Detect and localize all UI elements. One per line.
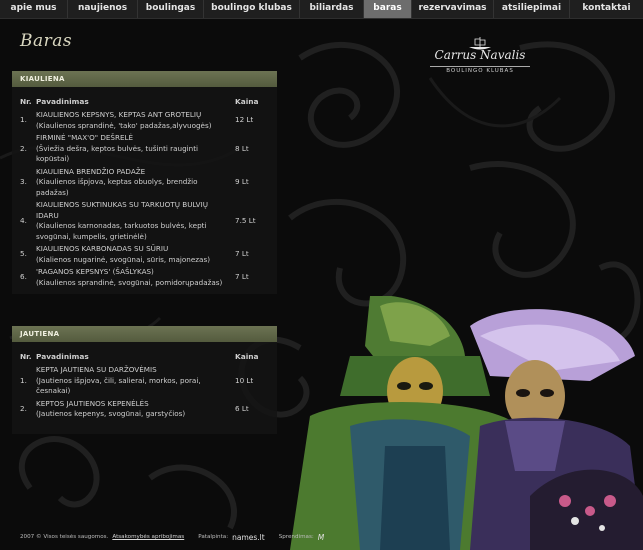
item-price: 6 Lt <box>235 403 249 413</box>
item-description: (Kiaulienos išpjova, keptas obuolys, bre… <box>36 177 198 197</box>
item-price: 9 Lt <box>235 177 249 186</box>
page-title: Baras <box>20 31 73 51</box>
item-name: KIAULIENA BRENDŽIO PADAŽE <box>36 166 146 176</box>
item-price: 7 Lt <box>235 272 249 282</box>
item-cell: KEPTOS JAUTIENOS KEPENĖLĖS (Jautienos kep… <box>36 399 231 422</box>
item-number: 6. <box>20 272 27 282</box>
table-header-row: Nr. Pavadinimas Kaina <box>20 97 269 110</box>
table-row: 1. KIAULIENOS KEPSNYS, KEPTAS ANT GROTEL… <box>20 110 269 133</box>
table-row: 5. KIAULIENOS KARBONADAS SU SŪRIU (Kialie… <box>20 244 269 267</box>
item-number: 1. <box>20 375 27 385</box>
item-name: KIAULIENOS KEPSNYS, KEPTAS ANT GROTELIŲ <box>36 110 202 119</box>
nav-item-biliardas[interactable]: biliardas <box>300 0 364 18</box>
logo[interactable]: Carrus Navalis BOULINGO KLUBAS <box>420 36 540 82</box>
item-number: 2. <box>20 403 27 413</box>
table-row: 3. KIAULIENA BRENDŽIO PADAŽE (Kiaulienos … <box>20 167 269 201</box>
nav-item-boulingo-klubas[interactable]: boulingo klubas <box>204 0 300 18</box>
logo-name: Carrus Navalis <box>434 48 526 62</box>
column-header-name: Pavadinimas <box>36 352 89 361</box>
item-price: 12 Lt <box>235 115 254 125</box>
item-description: (Šviežia dešra, keptos bulvės, tušinti r… <box>36 143 199 164</box>
nav-item-naujienos[interactable]: naujienos <box>68 0 138 18</box>
item-name: KEPTA JAUTIENA SU DARŽOVĖMIS <box>36 365 157 374</box>
hosting-label: Patalpinta: <box>198 534 229 540</box>
item-description: (Kialienos nugarinė, svogūnai, sūris, ma… <box>36 254 211 264</box>
item-description: (Kiaulienos sprandinė, svogūnai, pomidor… <box>36 277 223 287</box>
nav-item-apie-mus[interactable]: apie mus <box>0 0 68 18</box>
item-name: KEPTOS JAUTIENOS KEPENĖLĖS <box>36 398 149 408</box>
item-cell: KIAULIENOS SUKTINUKAS SU TARKUOTŲ BULVIŲ… <box>36 200 231 244</box>
table-row: 1. KEPTA JAUTIENA SU DARŽOVĖMIS (Jautieno… <box>20 365 269 399</box>
footer: 2007 © Visos teisės saugomos. Atsakomybė… <box>20 531 324 543</box>
item-description: (Jautienos išpjova, čili, salierai, mork… <box>36 375 201 396</box>
hosting-brand-link[interactable]: names.lt <box>232 533 265 542</box>
item-price: 7 Lt <box>235 249 249 259</box>
item-cell: KIAULIENOS KARBONADAS SU SŪRIU (Kialienos… <box>36 244 231 267</box>
copyright-text: 2007 © Visos teisės saugomos. <box>20 534 109 540</box>
item-description: (Kiaulienos karnonadas, tarkuotos bulvės… <box>36 221 207 241</box>
item-cell: 'RAGANOS KEPSNYS' (ŠAŠLYKAS) (Kiaulienos … <box>36 267 231 290</box>
item-cell: KIAULIENA BRENDŽIO PADAŽE (Kiaulienos išp… <box>36 167 231 201</box>
column-header-name: Pavadinimas <box>36 97 89 106</box>
item-description: (Jautienos kepenys, svogūnai, garstyčios… <box>36 409 186 418</box>
item-name: FIRMINĖ "MAX'o" DEŠRELĖ <box>36 133 134 142</box>
item-number: 5. <box>20 249 27 259</box>
item-number: 3. <box>20 177 27 186</box>
nav-item-rezervavimas[interactable]: rezervavimas <box>412 0 494 18</box>
column-header-nr: Nr. <box>20 97 32 106</box>
item-number: 2. <box>20 143 27 153</box>
section-heading: JAUTIENA <box>12 326 277 342</box>
solution-brand-link[interactable]: M <box>318 533 324 542</box>
disclaimer-link[interactable]: Atsakomybės apribojimas <box>112 534 184 540</box>
menu-table: Nr. Pavadinimas Kaina 1. KIAULIENOS KEPS… <box>20 97 269 290</box>
nav-item-boulingas[interactable]: boulingas <box>138 0 204 18</box>
item-cell: KEPTA JAUTIENA SU DARŽOVĖMIS (Jautienos i… <box>36 365 231 399</box>
nav-item-kontaktai[interactable]: kontaktai <box>570 0 643 18</box>
menu-section-jautiena: JAUTIENA Nr. Pavadinimas Kaina 1. KEPTA … <box>12 326 277 434</box>
item-cell: KIAULIENOS KEPSNYS, KEPTAS ANT GROTELIŲ(… <box>36 110 231 133</box>
column-header-price: Kaina <box>235 97 259 106</box>
column-header-nr: Nr. <box>20 352 32 361</box>
item-number: 1. <box>20 115 27 125</box>
section-heading: KIAULIENA <box>12 71 277 87</box>
logo-subtitle: BOULINGO KLUBAS <box>446 68 514 74</box>
table-row: 2. KEPTOS JAUTIENOS KEPENĖLĖS (Jautienos … <box>20 399 269 422</box>
table-row: 2. FIRMINĖ "MAX'o" DEŠRELĖ (Šviežia dešra… <box>20 133 269 167</box>
table-row: 4. KIAULIENOS SUKTINUKAS SU TARKUOTŲ BUL… <box>20 200 269 244</box>
nav-item-baras[interactable]: baras <box>364 0 412 18</box>
item-name: 'RAGANOS KEPSNYS' (ŠAŠLYKAS) <box>36 267 154 276</box>
item-description: (Kiaulienos sprandinė, 'tako' padažas,al… <box>36 120 212 130</box>
top-navigation: apie mus naujienos boulingas boulingo kl… <box>0 0 643 19</box>
item-cell: FIRMINĖ "MAX'o" DEŠRELĖ (Šviežia dešra, k… <box>36 133 231 167</box>
item-number: 4. <box>20 215 27 225</box>
item-name: KIAULIENOS SUKTINUKAS SU TARKUOTŲ BULVIŲ… <box>36 200 208 220</box>
menu-section-kiauliena: KIAULIENA Nr. Pavadinimas Kaina 1. KIAUL… <box>12 71 277 294</box>
nav-item-atsiliepimai[interactable]: atsiliepimai <box>494 0 570 18</box>
carnival-masks-image <box>290 296 643 550</box>
item-price: 8 Lt <box>235 143 249 153</box>
menu-table: Nr. Pavadinimas Kaina 1. KEPTA JAUTIENA … <box>20 352 269 422</box>
solution-label: Sprendimas: <box>278 534 314 540</box>
item-name: KIAULIENOS KARBONADAS SU SŪRIU <box>36 244 169 253</box>
item-price: 7.5 Lt <box>235 215 256 225</box>
item-price: 10 Lt <box>235 375 254 385</box>
table-header-row: Nr. Pavadinimas Kaina <box>20 352 269 365</box>
column-header-price: Kaina <box>235 352 259 361</box>
table-row: 6. 'RAGANOS KEPSNYS' (ŠAŠLYKAS) (Kiaulien… <box>20 267 269 290</box>
logo-divider <box>430 66 530 67</box>
